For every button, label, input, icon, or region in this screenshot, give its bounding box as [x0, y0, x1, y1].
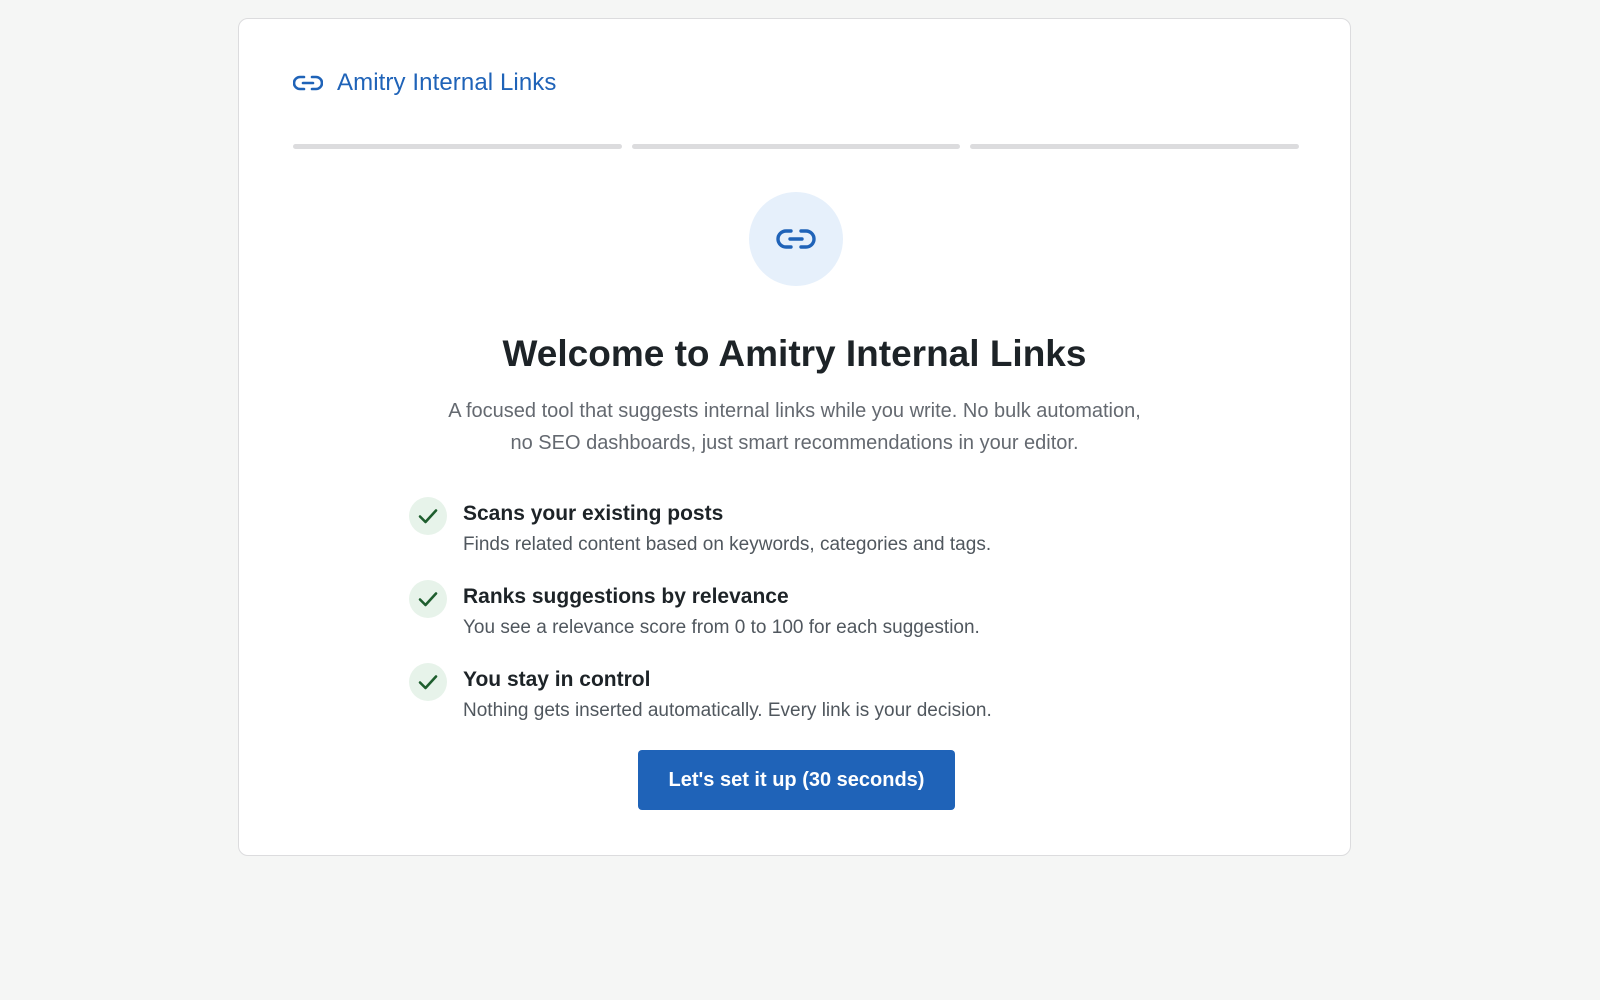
progress-step	[293, 144, 622, 149]
feature-description: You see a relevance score from 0 to 100 …	[463, 617, 980, 638]
feature-title: Scans your existing posts	[463, 502, 724, 525]
setup-progress	[293, 144, 1300, 149]
link-icon	[749, 192, 843, 286]
feature-item: Scans your existing posts Finds related …	[409, 497, 1169, 580]
progress-step	[970, 144, 1300, 149]
onboarding-card: Amitry Internal Links Welcome to Amitry …	[238, 18, 1351, 856]
feature-list: Scans your existing posts Finds related …	[409, 497, 1169, 746]
check-icon	[409, 580, 447, 618]
page-subtitle: A focused tool that suggests internal li…	[239, 395, 1350, 459]
subtitle-line: no SEO dashboards, just smart recommenda…	[510, 432, 1079, 454]
link-icon	[293, 72, 323, 94]
page-title: Welcome to Amitry Internal Links	[502, 333, 1087, 374]
feature-item: Ranks suggestions by relevance You see a…	[409, 580, 1169, 663]
feature-title: You stay in control	[463, 668, 651, 691]
feature-description: Nothing gets inserted automatically. Eve…	[463, 700, 992, 721]
check-icon	[409, 663, 447, 701]
check-icon	[409, 497, 447, 535]
feature-title: Ranks suggestions by relevance	[463, 585, 789, 608]
brand-name: Amitry Internal Links	[337, 69, 557, 96]
progress-step	[631, 144, 961, 149]
setup-start-button[interactable]: Let's set it up (30 seconds)	[638, 750, 955, 810]
feature-description: Finds related content based on keywords,…	[463, 534, 992, 555]
subtitle-line: A focused tool that suggests internal li…	[448, 400, 1141, 422]
feature-item: You stay in control Nothing gets inserte…	[409, 663, 1169, 746]
brand-header: Amitry Internal Links	[293, 69, 557, 97]
